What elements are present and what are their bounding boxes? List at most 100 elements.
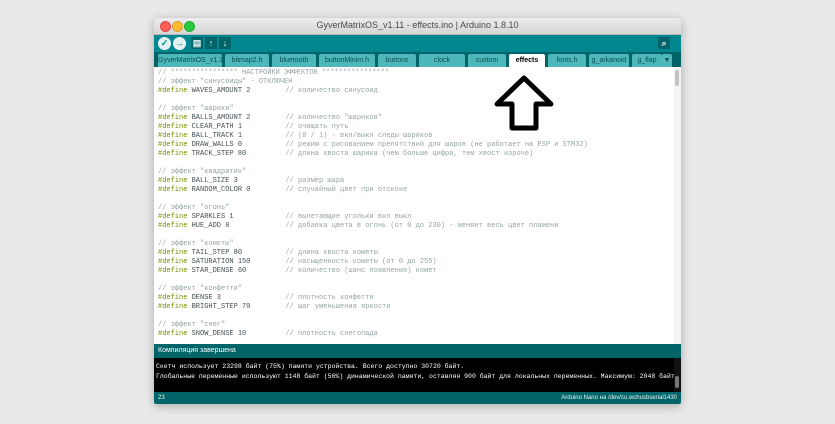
code-comment: // добавка цвета в огонь (от 0 до 230) -… [285,222,559,230]
code-keyword: #define [158,303,188,311]
code-comment: // эффект "огонь" [158,204,230,212]
code-text: BALL_TRACK 1 [187,132,243,140]
code-comment: // (0 / 1) - вкл/выкл следы шариков [285,132,433,140]
board-port: Arduino Nano на /dev/cu.wchusbserial1430 [561,395,677,401]
tab-buttons[interactable]: buttons [378,54,416,67]
code-editor[interactable]: // **************** НАСТРОЙКИ ЭФФЕКТОВ *… [154,67,674,344]
tab-custom[interactable]: custom [468,54,506,67]
code-keyword: #define [158,177,188,185]
code-text: BRIGHT_STEP 70 [187,303,251,311]
serial-monitor-button[interactable]: ⌕ [658,37,670,49]
code-line: // эффект "квадратик" [158,168,246,177]
open-sketch-button[interactable]: ↑ [205,37,217,49]
code-text: TAIL_STEP 80 [187,249,243,257]
code-comment: // режим с рисованием препятствий для ша… [285,141,588,149]
code-line: #define WAVES_AMOUNT 2 // количество сину… [158,87,378,96]
upload-icon: → [175,38,184,48]
footer-bar: 23 Arduino Nano на /dev/cu.wchusbserial1… [154,392,681,404]
code-keyword: #define [158,186,188,194]
new-icon: ▤ [192,38,202,48]
code-line: #define SPARKLES 1 // вылетающие угольки … [158,213,411,222]
code-keyword: #define [158,330,188,338]
code-keyword: #define [158,213,188,221]
tab-g-arkanoid[interactable]: g_arkanoid [589,54,629,67]
save-sketch-button[interactable]: ↓ [219,37,231,49]
status-bar: Компиляция завершена [154,344,681,358]
tab-g-flap[interactable]: g_flap [632,54,662,67]
code-line: #define RANDOM_COLOR 0 // случайный цвет … [158,186,407,195]
code-comment: // шаг уменьшения яркости [285,303,391,311]
code-text: HUE_ADD 0 [187,222,230,230]
verify-button[interactable]: ✓ [158,37,171,50]
tab-bitmap2[interactable]: bitmap2.h [225,54,269,67]
editor-scrollbar-thumb[interactable] [675,70,679,86]
code-text: BALLS_AMOUNT 2 [187,114,251,122]
tab-effects[interactable]: effects [509,54,545,67]
code-line: #define SATURATION 150 // насыщенность ко… [158,258,437,267]
code-line: #define STAR_DENSE 60 // количество (шанс… [158,267,437,276]
code-comment: // размер шара [285,177,345,185]
code-comment: // количество (шанс появления) комет [285,267,437,275]
code-keyword: #define [158,150,188,158]
tab-g-flap-label: g_flap [637,57,657,64]
tab-gyvermatrixos[interactable]: GyverMatrixOS_v1.11 [158,54,222,67]
code-keyword: #define [158,294,188,302]
up-arrow-icon [494,75,554,131]
code-keyword: #define [158,222,188,230]
code-comment: // насыщенность кометы (от 0 до 255) [285,258,437,266]
code-comment: // эффект "кометы" [158,240,234,248]
code-line: // эффект "синусоиды" - ОТКЛЮЧЕН [158,78,292,87]
code-comment: // длина хвоста кометы [285,249,378,257]
code-text: RANDOM_COLOR 0 [187,186,251,194]
code-text: WAVES_AMOUNT 2 [187,87,251,95]
code-line: #define DRAW_WALLS 0 // режим с рисование… [158,141,588,150]
arduino-ide-window: GyverMatrixOS_v1.11 - effects.ino | Ardu… [154,18,681,404]
code-comment: // эффект "синусоиды" - ОТКЛЮЧЕН [158,78,293,86]
code-text: BALL_SIZE 3 [187,177,238,185]
code-comment: // очищать путь [285,123,349,131]
code-keyword: #define [158,249,188,257]
code-line: #define BALL_TRACK 1 // (0 / 1) - вкл/вык… [158,132,432,141]
title-bar: GyverMatrixOS_v1.11 - effects.ino | Ardu… [154,18,681,35]
code-comment: // эффект "шарики" [158,105,234,113]
tab-clock[interactable]: clock [419,54,465,67]
code-line: #define BRIGHT_STEP 70 // шаг уменьшения … [158,303,390,312]
code-line: #define DENSE 3 // плотность конфетти [158,294,374,303]
code-line: #define TRACK_STEP 80 // длина хвоста шар… [158,150,533,159]
upload-button[interactable]: → [173,37,186,50]
tab-bluetooth[interactable]: bluetooth [272,54,316,67]
chevron-down-icon: ▼ [663,57,671,64]
code-line: // эффект "снег" [158,321,225,330]
code-text: DENSE 3 [187,294,222,302]
code-text: STAR_DENSE 60 [187,267,247,275]
code-keyword: #define [158,114,188,122]
code-line: #define CLEAR_PATH 1 // очищать путь [158,123,348,132]
code-line: #define TAIL_STEP 80 // длина хвоста коме… [158,249,378,258]
console-line: Глобальные переменные используют 1148 ба… [156,373,674,380]
code-line: // эффект "конфетти" [158,285,242,294]
code-keyword: #define [158,132,188,140]
console-scrollbar[interactable] [674,358,681,392]
toolbar: ✓ → ▤ ↑ ↓ ⌕ [154,35,681,52]
tab-bar: GyverMatrixOS_v1.11 bitmap2.h bluetooth … [154,52,681,67]
code-comment: // плотность конфетти [285,294,374,302]
status-message: Компиляция завершена [158,347,236,354]
code-line: // эффект "огонь" [158,204,229,213]
tab-buttonminim[interactable]: buttonMinim.h [319,54,375,67]
tab-menu-button[interactable]: ▼ [662,54,672,67]
code-keyword: #define [158,267,188,275]
code-comment: // количество "шариков" [285,114,383,122]
save-icon: ↓ [222,38,228,48]
tab-fonts[interactable]: fonts.h [548,54,586,67]
editor-scrollbar[interactable] [674,67,681,344]
code-text: SNOW_DENSE 10 [187,330,247,338]
console-scrollbar-thumb[interactable] [675,376,679,388]
code-comment: // эффект "квадратик" [158,168,247,176]
code-text: SATURATION 150 [187,258,251,266]
code-keyword: #define [158,258,188,266]
new-sketch-button[interactable]: ▤ [191,37,203,49]
code-keyword: #define [158,141,188,149]
code-text: SPARKLES 1 [187,213,234,221]
code-comment: // случайный цвет при отскоке [285,186,408,194]
code-line: #define BALL_SIZE 3 // размер шара [158,177,344,186]
